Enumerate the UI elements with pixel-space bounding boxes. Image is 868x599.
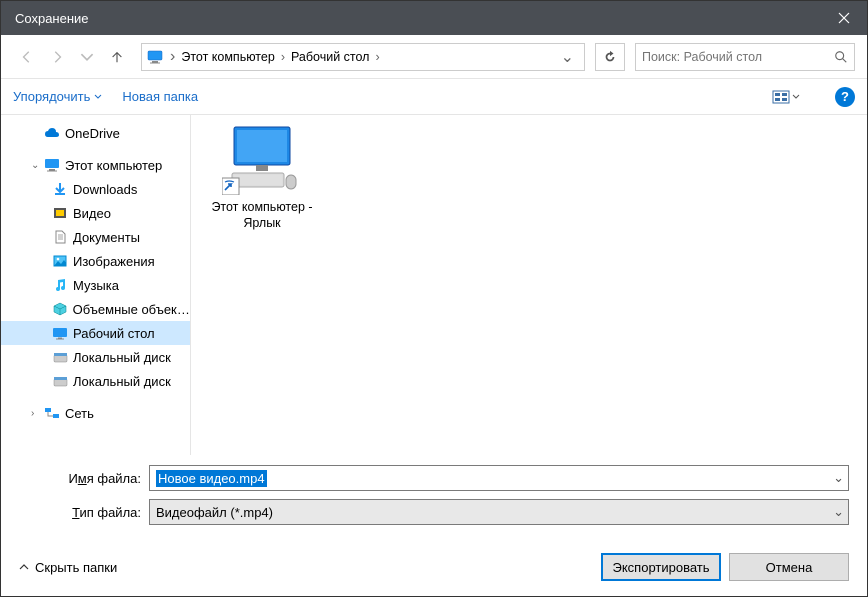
sidebar-label: Изображения (73, 254, 155, 269)
search-input[interactable] (642, 50, 834, 64)
breadcrumb-this-pc[interactable]: Этот компьютер (177, 48, 278, 66)
view-button[interactable] (767, 87, 805, 107)
onedrive-icon (43, 124, 61, 142)
chevron-right-icon: › (168, 48, 177, 66)
file-item-shortcut[interactable]: Этот компьютер - Ярлык (207, 125, 317, 232)
cancel-label: Отмена (766, 560, 813, 575)
nav-row: › Этот компьютер › Рабочий стол › ⌄ (1, 35, 867, 79)
hide-folders-button[interactable]: Скрыть папки (19, 560, 117, 575)
pc-icon (146, 48, 164, 66)
address-dropdown[interactable]: ⌄ (555, 47, 580, 67)
recent-dropdown[interactable] (73, 43, 101, 71)
sidebar-label: Рабочий стол (73, 326, 155, 341)
sidebar-item-desktop[interactable]: Рабочий стол (1, 321, 190, 345)
disk-icon (51, 348, 69, 366)
chevron-down-icon (94, 93, 102, 101)
document-icon (51, 228, 69, 246)
sidebar-label: Документы (73, 230, 140, 245)
sidebar-label: Локальный диск (73, 350, 171, 365)
chevron-down-icon (792, 93, 800, 101)
search-icon (834, 50, 848, 64)
close-button[interactable] (821, 1, 867, 35)
footer: Скрыть папки Экспортировать Отмена (1, 539, 867, 599)
sidebar-label: Видео (73, 206, 111, 221)
sidebar-label: Сеть (65, 406, 94, 421)
filename-label: Имя файла: (19, 471, 149, 486)
nav-arrows (13, 43, 131, 71)
chevron-right-icon: › (373, 50, 381, 64)
breadcrumb-desktop[interactable]: Рабочий стол (287, 48, 373, 66)
body: OneDrive ⌄ Этот компьютер Downloads Виде… (1, 115, 867, 455)
disk-icon (51, 372, 69, 390)
sidebar-item-this-pc[interactable]: ⌄ Этот компьютер (1, 153, 190, 177)
sidebar-label: Объемные объекты (73, 302, 190, 317)
hide-folders-label: Скрыть папки (35, 560, 117, 575)
titlebar: Сохранение (1, 1, 867, 35)
filename-value: Новое видео.mp4 (156, 470, 267, 487)
sidebar-item-music[interactable]: Музыка (1, 273, 190, 297)
sidebar-label: OneDrive (65, 126, 120, 141)
sidebar-item-localdisk1[interactable]: Локальный диск (1, 345, 190, 369)
sidebar-item-images[interactable]: Изображения (1, 249, 190, 273)
pc-icon (43, 156, 61, 174)
download-icon (51, 180, 69, 198)
sidebar-item-3d[interactable]: Объемные объекты (1, 297, 190, 321)
sidebar-label: Музыка (73, 278, 119, 293)
back-button[interactable] (13, 43, 41, 71)
sidebar-item-network[interactable]: › Сеть (1, 401, 190, 425)
export-button[interactable]: Экспортировать (601, 553, 721, 581)
fields: Имя файла: Новое видео.mp4 ⌄ Тип файла: … (1, 455, 867, 539)
export-label: Экспортировать (613, 560, 710, 575)
chevron-down-icon[interactable]: ⌄ (833, 504, 844, 520)
network-icon (43, 404, 61, 422)
refresh-button[interactable] (595, 43, 625, 71)
filename-input[interactable]: Новое видео.mp4 ⌄ (149, 465, 849, 491)
organize-button[interactable]: Упорядочить (13, 89, 102, 104)
cancel-button[interactable]: Отмена (729, 553, 849, 581)
close-icon (838, 12, 850, 24)
filename-row: Имя файла: Новое видео.mp4 ⌄ (19, 465, 849, 491)
search-box[interactable] (635, 43, 855, 71)
sidebar-item-video[interactable]: Видео (1, 201, 190, 225)
address-bar[interactable]: › Этот компьютер › Рабочий стол › ⌄ (141, 43, 585, 71)
up-button[interactable] (103, 43, 131, 71)
help-button[interactable]: ? (835, 87, 855, 107)
sidebar-item-onedrive[interactable]: OneDrive (1, 121, 190, 145)
content-area[interactable]: Этот компьютер - Ярлык (191, 115, 867, 455)
filetype-row: Тип файла: Видеофайл (*.mp4) ⌄ (19, 499, 849, 525)
breadcrumb: Этот компьютер › Рабочий стол › (177, 48, 554, 66)
toolbar: Упорядочить Новая папка ? (1, 79, 867, 115)
expand-icon[interactable]: › (31, 408, 43, 419)
window-title: Сохранение (15, 11, 89, 26)
organize-label: Упорядочить (13, 89, 90, 104)
sidebar-item-documents[interactable]: Документы (1, 225, 190, 249)
forward-button[interactable] (43, 43, 71, 71)
refresh-icon (603, 50, 617, 64)
view-icon (772, 90, 790, 104)
sidebar-label: Downloads (73, 182, 137, 197)
sidebar-label: Этот компьютер (65, 158, 162, 173)
sidebar-label: Локальный диск (73, 374, 171, 389)
desktop-icon (51, 324, 69, 342)
sidebar-item-localdisk2[interactable]: Локальный диск (1, 369, 190, 393)
chevron-down-icon[interactable]: ⌄ (833, 470, 844, 486)
music-icon (51, 276, 69, 294)
cube-icon (51, 300, 69, 318)
chevron-up-icon (19, 562, 29, 572)
image-icon (51, 252, 69, 270)
sidebar-item-downloads[interactable]: Downloads (1, 177, 190, 201)
pc-shortcut-icon (222, 125, 302, 195)
chevron-right-icon: › (279, 50, 287, 64)
filetype-value: Видеофайл (*.mp4) (156, 505, 273, 520)
file-label: Этот компьютер - Ярлык (207, 199, 317, 232)
new-folder-button[interactable]: Новая папка (122, 89, 198, 104)
sidebar[interactable]: OneDrive ⌄ Этот компьютер Downloads Виде… (1, 115, 191, 455)
filetype-label: Тип файла: (19, 505, 149, 520)
collapse-icon[interactable]: ⌄ (31, 160, 43, 171)
new-folder-label: Новая папка (122, 89, 198, 104)
filetype-select[interactable]: Видеофайл (*.mp4) ⌄ (149, 499, 849, 525)
video-icon (51, 204, 69, 222)
